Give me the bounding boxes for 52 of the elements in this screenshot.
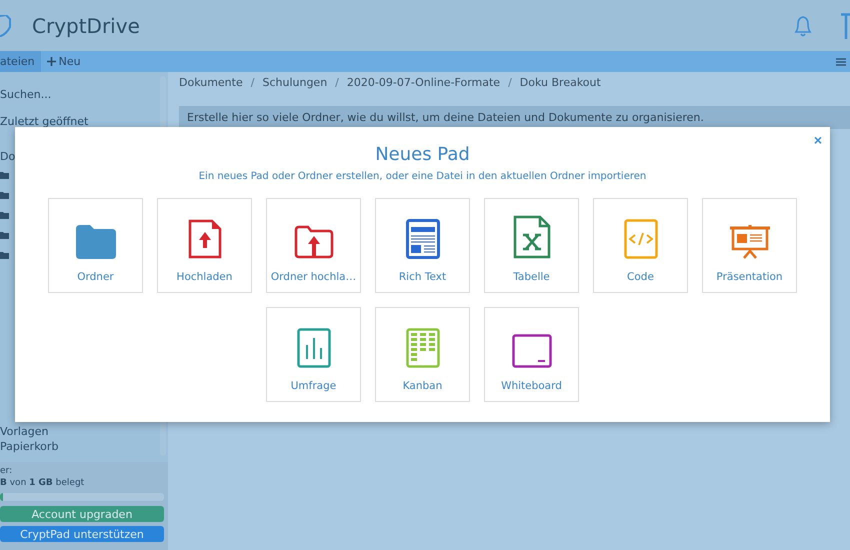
info-text: Erstelle hier so viele Ordner, wie du willst, um deine Dateien und Dokumente zu organisieren. [187, 111, 704, 124]
folder-icon [76, 225, 116, 259]
avatar-icon[interactable] [841, 12, 850, 38]
folder-upload-icon [294, 225, 334, 259]
file-upload-icon [188, 219, 222, 259]
breadcrumb-separator: / [250, 76, 254, 90]
pad-type-tile[interactable]: Hochladen [157, 198, 252, 293]
folder-icon [0, 251, 9, 259]
notification-bell-icon[interactable] [792, 14, 814, 38]
breadcrumb-link[interactable]: Doku Breakout [520, 76, 601, 90]
app-title: CryptDrive [32, 14, 140, 38]
pad-type-tile[interactable]: Code [593, 198, 688, 293]
dialog-title: Neues Pad [375, 144, 470, 165]
upgrade-button[interactable]: Account upgraden [0, 506, 164, 522]
plus-icon [46, 57, 56, 66]
new-button[interactable]: Neu [40, 55, 87, 68]
search-item[interactable]: Suchen... [0, 88, 158, 101]
pad-type-tile[interactable]: Whiteboard [484, 307, 579, 402]
pad-type-tile[interactable]: Tabelle [484, 198, 579, 293]
storage-usage: B von 1 GB belegt [0, 478, 86, 488]
pad-type-tile[interactable]: Umfrage [266, 307, 361, 402]
bar-chart-icon [296, 328, 330, 368]
breadcrumb-separator: / [335, 76, 339, 90]
folder-icon [0, 171, 9, 179]
breadcrumb-link[interactable]: Dokumente [179, 76, 243, 90]
folder-icon [0, 231, 9, 239]
breadcrumb-link[interactable]: Schulungen [262, 76, 328, 90]
close-button[interactable]: × [812, 133, 824, 147]
shield-logo-icon [0, 14, 14, 36]
document-icon [406, 219, 440, 259]
pad-type-tile[interactable]: Rich Text [375, 198, 470, 293]
breadcrumb-separator: / [508, 76, 512, 90]
folder-icon [0, 211, 9, 219]
folder-icon [0, 191, 9, 199]
pad-type-tile[interactable]: Präsentation [702, 198, 797, 293]
recent-item[interactable]: Zuletzt geöffnet [0, 115, 158, 128]
kanban-board-icon [406, 328, 440, 368]
files-tab[interactable]: ateien [0, 51, 41, 72]
dialog-subtitle: Ein neues Pad oder Ordner erstellen, oder eine Datei in den aktuellen Ordner importieren [198, 171, 646, 182]
templates-item[interactable]: Vorlagen [0, 425, 158, 438]
trash-item[interactable]: Papierkorb [0, 440, 158, 453]
spreadsheet-icon [512, 215, 550, 259]
whiteboard-icon [512, 334, 552, 368]
pad-type-tile[interactable]: Ordner hochla… [266, 198, 361, 293]
breadcrumb-link[interactable]: 2020-09-07-Online-Formate [346, 76, 500, 90]
pad-type-tile[interactable]: Kanban [375, 307, 470, 402]
storage-label: er: [0, 466, 14, 476]
support-button[interactable]: CryptPad unterstützen [0, 526, 164, 542]
code-icon [624, 219, 658, 259]
list-view-icon[interactable] [836, 58, 846, 66]
pad-type-tile[interactable]: Ordner [48, 198, 143, 293]
presentation-board-icon [730, 225, 770, 259]
